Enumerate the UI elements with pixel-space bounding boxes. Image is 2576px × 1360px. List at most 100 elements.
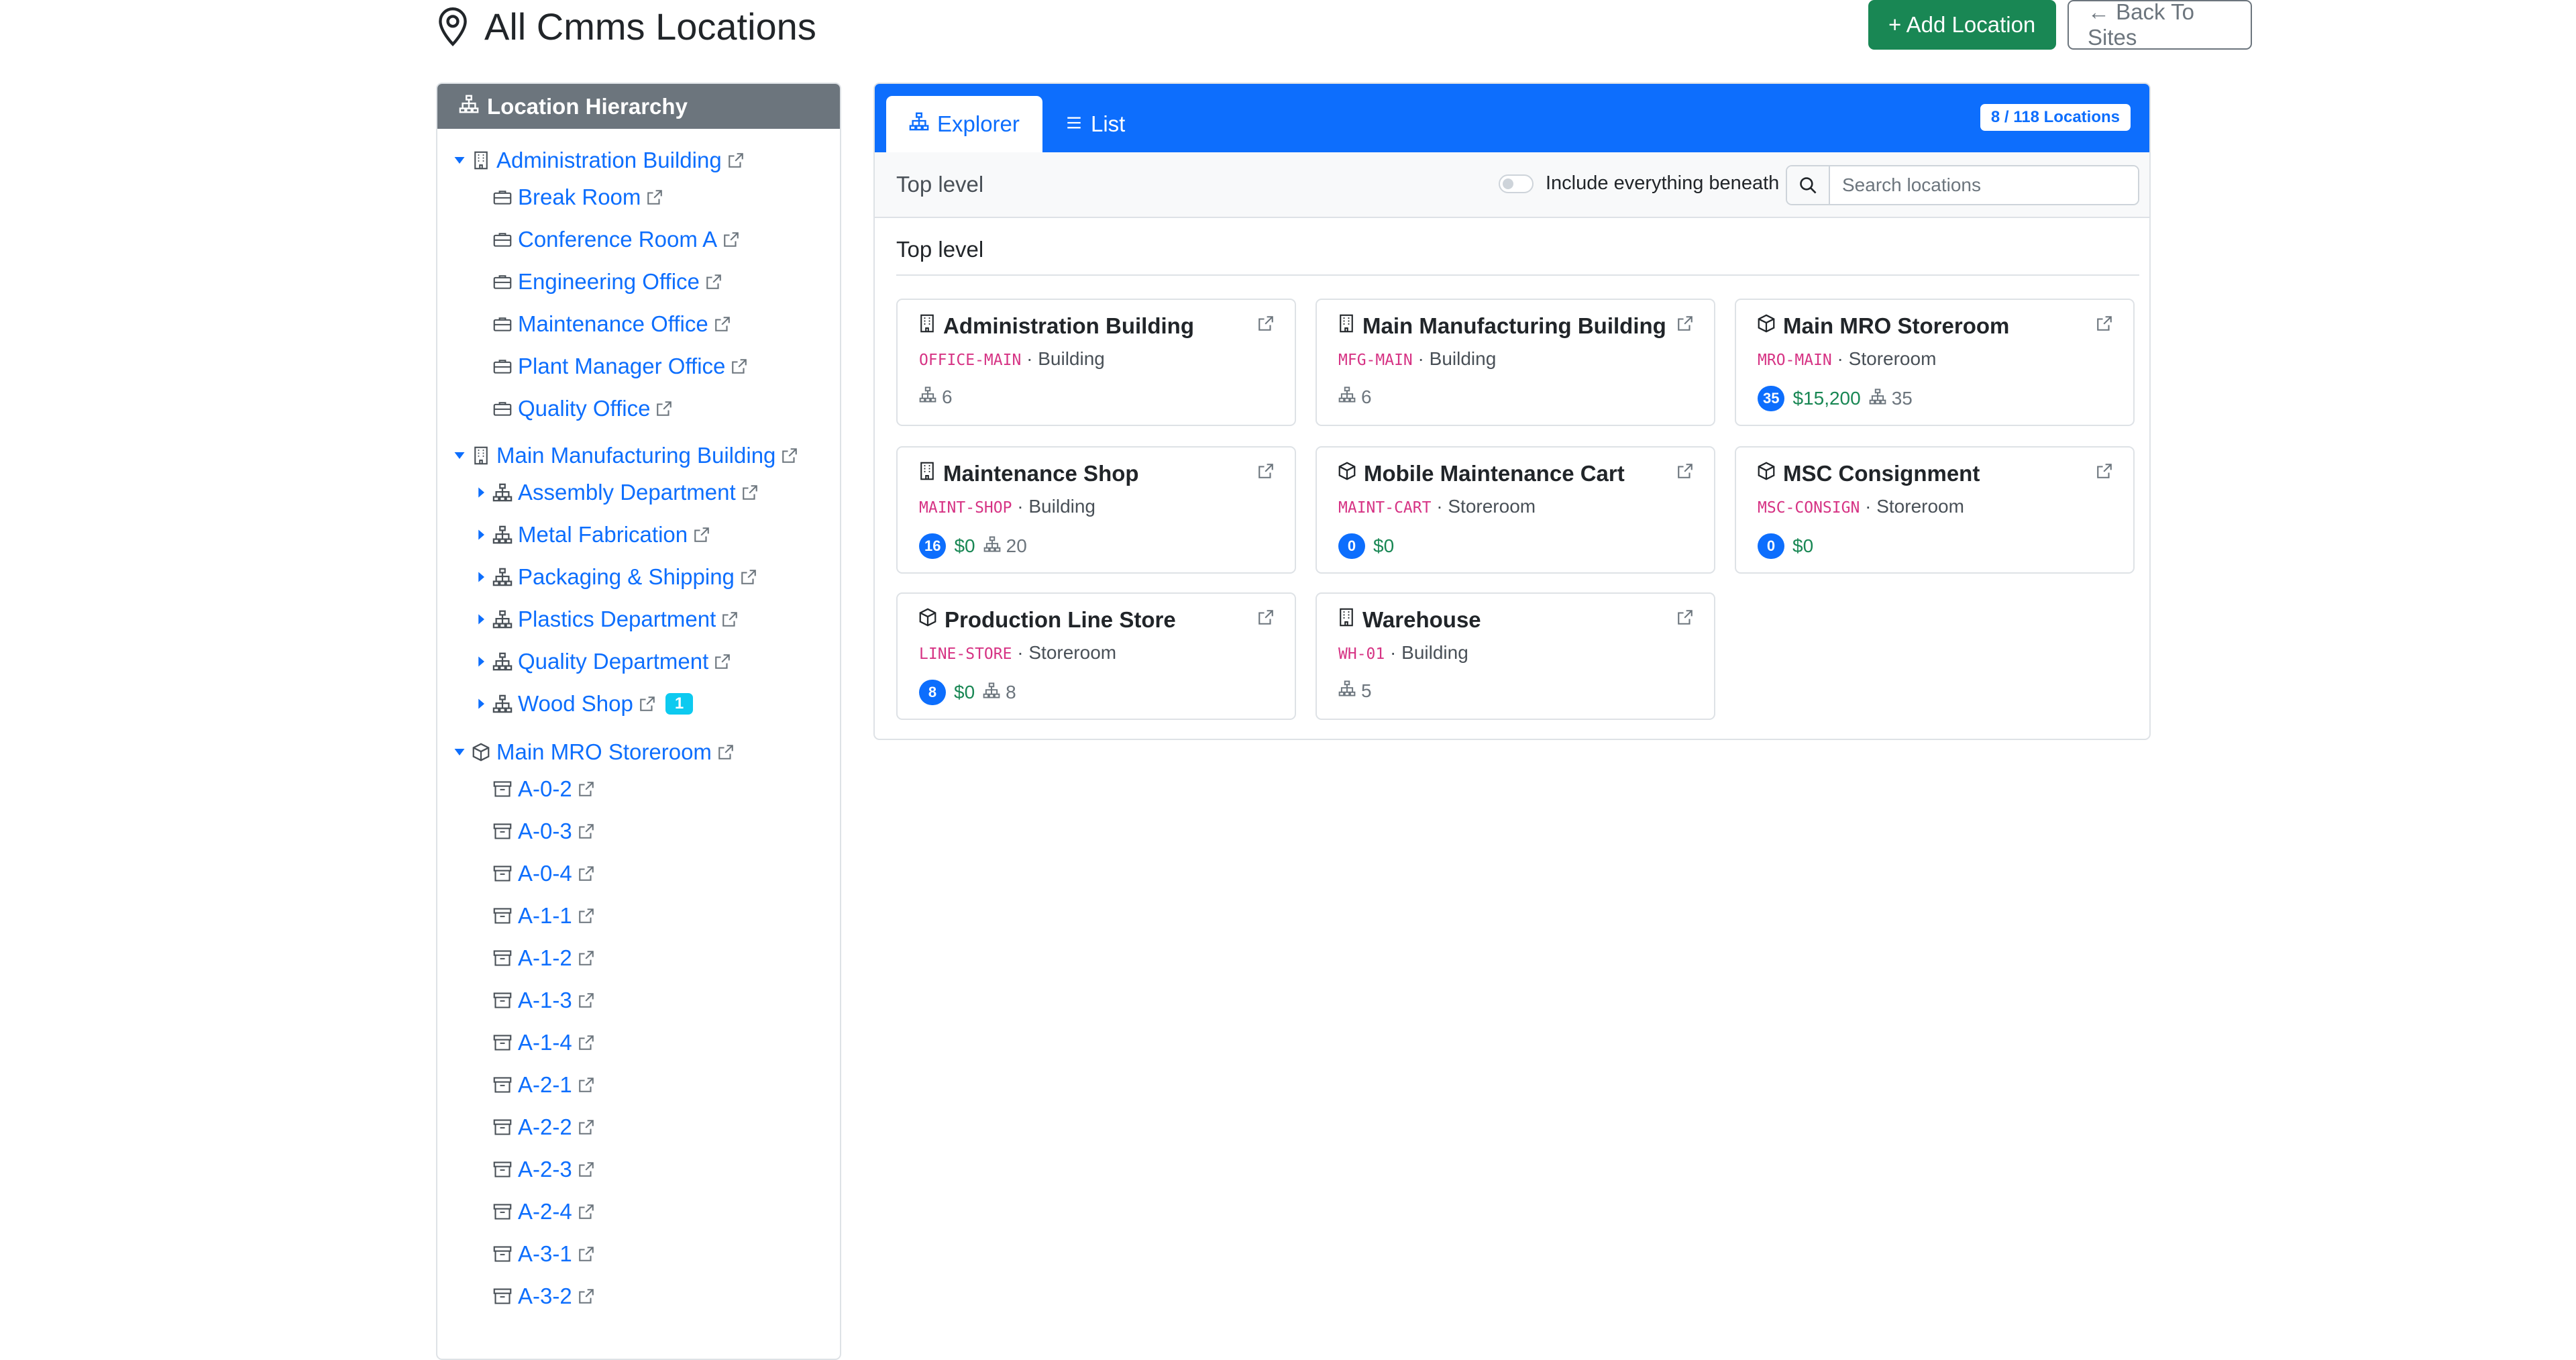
external-link-icon[interactable] — [741, 484, 759, 501]
location-card[interactable]: Mobile Maintenance Cart MAINT-CART · Stor… — [1316, 446, 1715, 574]
external-link-icon[interactable] — [2096, 315, 2113, 335]
location-card[interactable]: Production Line Store LINE-STORE · Storer… — [896, 592, 1296, 720]
external-link-icon[interactable] — [1257, 462, 1275, 483]
external-link-icon[interactable] — [1257, 609, 1275, 629]
add-location-button[interactable]: + Add Location — [1868, 0, 2056, 50]
tree-item[interactable]: A-2-4 — [471, 1195, 595, 1228]
external-link-icon[interactable] — [721, 611, 739, 628]
tree-item-label[interactable]: Conference Room A — [518, 227, 717, 252]
caret-right-icon[interactable] — [471, 486, 491, 499]
tree-item-label[interactable]: Break Room — [518, 185, 641, 210]
tree-item[interactable]: Maintenance Office — [471, 307, 731, 341]
toggle-switch[interactable] — [1499, 174, 1534, 193]
external-link-icon[interactable] — [717, 743, 735, 761]
external-link-icon[interactable] — [578, 865, 595, 882]
external-link-icon[interactable] — [578, 823, 595, 840]
tree-item-label[interactable]: A-3-2 — [518, 1284, 572, 1309]
external-link-icon[interactable] — [639, 695, 656, 713]
tree-item-label[interactable]: A-2-4 — [518, 1199, 572, 1224]
external-link-icon[interactable] — [578, 1034, 595, 1051]
location-card[interactable]: Main MRO Storeroom MRO-MAIN · Storeroom 35… — [1735, 299, 2135, 426]
external-link-icon[interactable] — [727, 152, 745, 169]
tree-item[interactable]: Quality Office — [471, 392, 673, 425]
location-card[interactable]: Administration Building OFFICE-MAIN · Bui… — [896, 299, 1296, 426]
tree-item[interactable]: A-0-2 — [471, 772, 595, 806]
tree-item-label[interactable]: Administration Building — [496, 148, 722, 173]
tree-item[interactable]: Administration Building — [449, 144, 745, 177]
external-link-icon[interactable] — [578, 992, 595, 1009]
tree-item[interactable]: Wood Shop 1 — [471, 687, 694, 721]
external-link-icon[interactable] — [1676, 462, 1694, 483]
tree-item-label[interactable]: Wood Shop — [518, 691, 633, 717]
tree-item[interactable]: A-2-2 — [471, 1110, 595, 1144]
tree-item[interactable]: Engineering Office — [471, 265, 722, 299]
tree-item[interactable]: Assembly Department — [471, 476, 759, 509]
location-card[interactable]: Maintenance Shop MAINT-SHOP · Building 16 $… — [896, 446, 1296, 574]
external-link-icon[interactable] — [705, 273, 722, 291]
external-link-icon[interactable] — [578, 1203, 595, 1220]
tree-item[interactable]: A-3-2 — [471, 1279, 595, 1313]
tree-item-label[interactable]: Engineering Office — [518, 269, 700, 295]
tree-item[interactable]: A-2-3 — [471, 1153, 595, 1186]
include-descendants-toggle[interactable]: Include everything beneath — [1499, 172, 1779, 195]
caret-right-icon[interactable] — [471, 613, 491, 626]
caret-down-icon[interactable] — [449, 449, 470, 462]
tree-item-label[interactable]: A-1-3 — [518, 988, 572, 1013]
back-to-sites-button[interactable]: ← Back To Sites — [2068, 0, 2252, 50]
external-link-icon[interactable] — [1676, 609, 1694, 629]
tree-item[interactable]: A-1-3 — [471, 984, 595, 1017]
external-link-icon[interactable] — [578, 1118, 595, 1136]
tree-item-label[interactable]: A-2-1 — [518, 1072, 572, 1098]
tab-explorer[interactable]: Explorer — [886, 96, 1042, 152]
external-link-icon[interactable] — [578, 1076, 595, 1094]
external-link-icon[interactable] — [1257, 315, 1275, 335]
tree-item-label[interactable]: Packaging & Shipping — [518, 564, 735, 590]
tree-item[interactable]: Metal Fabrication — [471, 518, 710, 552]
external-link-icon[interactable] — [714, 315, 731, 333]
external-link-icon[interactable] — [740, 568, 757, 586]
tree-item-label[interactable]: A-1-4 — [518, 1030, 572, 1055]
tree-item-label[interactable]: Assembly Department — [518, 480, 736, 505]
external-link-icon[interactable] — [714, 653, 731, 670]
caret-right-icon[interactable] — [471, 528, 491, 541]
tree-item-label[interactable]: A-2-2 — [518, 1114, 572, 1140]
external-link-icon[interactable] — [655, 400, 673, 417]
external-link-icon[interactable] — [2096, 462, 2113, 483]
tree-item[interactable]: Break Room — [471, 180, 663, 214]
tree-item-label[interactable]: A-2-3 — [518, 1157, 572, 1182]
tree-item-label[interactable]: A-3-1 — [518, 1241, 572, 1267]
external-link-icon[interactable] — [578, 780, 595, 798]
external-link-icon[interactable] — [731, 358, 748, 375]
tree-item-label[interactable]: Quality Office — [518, 396, 650, 421]
caret-down-icon[interactable] — [449, 154, 470, 167]
caret-right-icon[interactable] — [471, 697, 491, 711]
caret-down-icon[interactable] — [449, 745, 470, 759]
tree-item[interactable]: Packaging & Shipping — [471, 560, 757, 594]
external-link-icon[interactable] — [722, 231, 740, 248]
caret-right-icon[interactable] — [471, 655, 491, 668]
tree-item[interactable]: A-1-4 — [471, 1026, 595, 1059]
external-link-icon[interactable] — [578, 1161, 595, 1178]
tree-item-label[interactable]: Main Manufacturing Building — [496, 443, 775, 468]
tree-item[interactable]: A-0-4 — [471, 857, 595, 890]
tree-item-label[interactable]: A-0-2 — [518, 776, 572, 802]
external-link-icon[interactable] — [578, 1245, 595, 1263]
tree-item[interactable]: A-2-1 — [471, 1068, 595, 1102]
tree-item-label[interactable]: A-1-2 — [518, 945, 572, 971]
tab-list[interactable]: List — [1042, 96, 1148, 152]
external-link-icon[interactable] — [578, 1288, 595, 1305]
tree-item-label[interactable]: Metal Fabrication — [518, 522, 688, 547]
tree-item[interactable]: A-1-1 — [471, 899, 595, 933]
location-card[interactable]: MSC Consignment MSC-CONSIGN · Storeroom 0 $… — [1735, 446, 2135, 574]
tree-item-label[interactable]: Main MRO Storeroom — [496, 739, 712, 765]
tree-item[interactable]: Plastics Department — [471, 603, 739, 636]
external-link-icon[interactable] — [693, 526, 710, 543]
location-card[interactable]: Main Manufacturing Building MFG-MAIN · Bu… — [1316, 299, 1715, 426]
tree-item[interactable]: Main MRO Storeroom — [449, 735, 735, 769]
external-link-icon[interactable] — [578, 907, 595, 925]
tree-item[interactable]: A-3-1 — [471, 1237, 595, 1271]
tree-item[interactable]: Plant Manager Office — [471, 350, 748, 383]
search-input[interactable] — [1830, 166, 2138, 204]
location-card[interactable]: Warehouse WH-01 · Building 5 — [1316, 592, 1715, 720]
tree-item-label[interactable]: Maintenance Office — [518, 311, 708, 337]
